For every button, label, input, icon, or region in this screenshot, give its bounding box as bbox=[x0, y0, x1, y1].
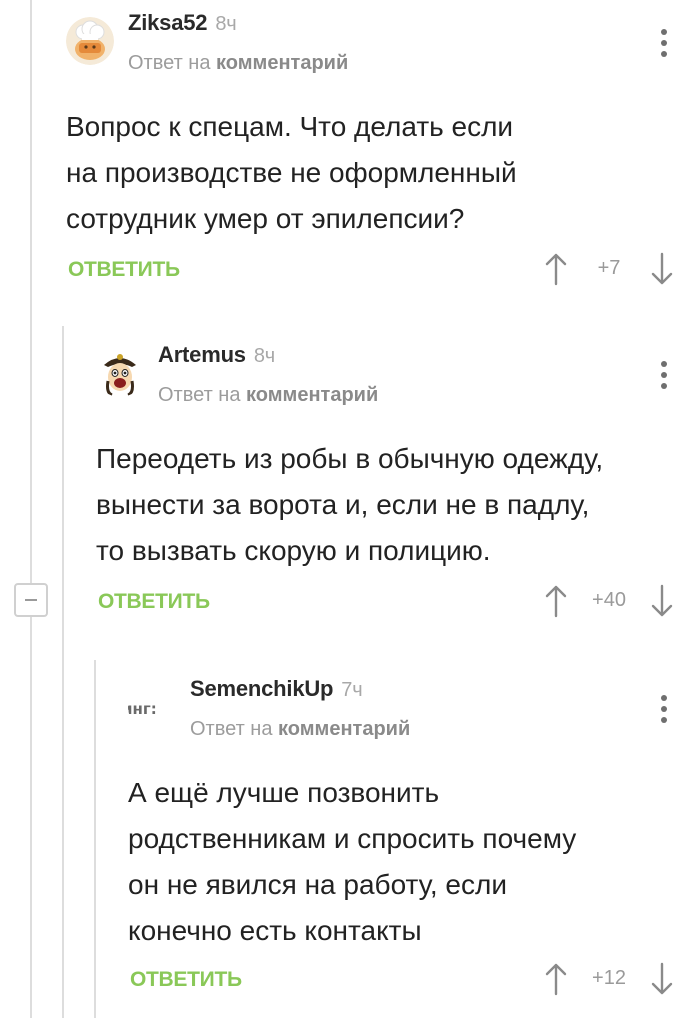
comment-text-line: Переодеть из робы в обычную одежду, bbox=[96, 443, 604, 474]
vote-controls: +7 bbox=[544, 249, 674, 289]
rating-score: +40 bbox=[592, 589, 626, 611]
reply-to-line: Ответ на комментарий bbox=[158, 384, 378, 407]
comment-text-line: он не явился на работу, если bbox=[128, 869, 507, 900]
more-options-icon[interactable] bbox=[658, 26, 670, 60]
reply-to-line: Ответ на комментарий bbox=[190, 718, 410, 741]
comment-text: А ещё лучше позвонить родственникам и сп… bbox=[128, 770, 576, 954]
comment-text: Переодеть из робы в обычную одежду, выне… bbox=[96, 436, 603, 574]
comment-time: 7ч bbox=[341, 679, 363, 701]
comment: Artemus 8ч Ответ на комментарий Переодеть… bbox=[96, 332, 700, 632]
comment-author[interactable]: Artemus 8ч bbox=[158, 342, 275, 368]
comment-author[interactable]: Ziksa52 8ч bbox=[128, 10, 237, 36]
comment-time: 8ч bbox=[215, 13, 237, 35]
comment-time: 8ч bbox=[253, 345, 276, 367]
reply-prefix: Ответ на bbox=[190, 718, 273, 740]
collapse-thread-button[interactable] bbox=[14, 583, 48, 617]
reply-button[interactable]: ОТВЕТИТЬ bbox=[68, 258, 180, 282]
avatar[interactable] bbox=[96, 349, 144, 397]
comment-author[interactable]: SemenchikUp 7ч bbox=[190, 676, 363, 702]
rating-score: +12 bbox=[592, 967, 626, 989]
comment-text-line: то вызвать скорую и полицию. bbox=[96, 535, 491, 566]
reply-button[interactable]: ОТВЕТИТЬ bbox=[130, 968, 242, 992]
author-name[interactable]: SemenchikUp bbox=[190, 676, 333, 701]
comment: Ziksa52 8ч Ответ на комментарий Вопрос к … bbox=[66, 0, 700, 300]
reply-prefix: Ответ на bbox=[158, 384, 241, 406]
thread-line-level-2 bbox=[94, 660, 96, 1018]
comment-text-line: А ещё лучше позвонить bbox=[128, 777, 440, 808]
chef-hat-cartoon-avatar-icon bbox=[66, 17, 114, 65]
comment: инг: SemenchikUp7ч Ответ на комментарий … bbox=[128, 666, 700, 1006]
reply-prefix: Ответ на bbox=[128, 52, 211, 74]
comment-text-line: родственникам и спросить почему bbox=[128, 823, 577, 854]
reply-to-line: Ответ на комментарий bbox=[128, 52, 348, 75]
reply-target-link[interactable]: комментарий bbox=[278, 718, 410, 740]
author-name[interactable]: Ziksa52 bbox=[128, 10, 208, 35]
upvote-arrow-icon[interactable] bbox=[544, 584, 568, 618]
thread-line-level-1 bbox=[62, 326, 64, 1018]
avatar-text: инг: bbox=[128, 700, 157, 718]
comment-text-line: сотрудник умер от эпилепсии? bbox=[66, 203, 465, 234]
comment-text-line: конечно есть контакты bbox=[128, 915, 422, 946]
vote-controls: +40 bbox=[544, 581, 674, 621]
text-fragment-avatar-icon: инг: bbox=[128, 683, 176, 731]
reply-target-link[interactable]: комментарий bbox=[216, 52, 348, 74]
avatar[interactable] bbox=[66, 17, 114, 65]
more-options-icon[interactable] bbox=[658, 692, 670, 726]
avatar[interactable]: инг: bbox=[128, 683, 176, 731]
downvote-arrow-icon[interactable] bbox=[650, 962, 674, 996]
reply-target-link[interactable]: комментарий bbox=[246, 384, 378, 406]
more-options-icon[interactable] bbox=[658, 358, 670, 392]
pirate-cartoon-avatar-icon bbox=[96, 349, 144, 397]
comment-text-line: на производстве не оформленный bbox=[66, 157, 517, 188]
reply-button[interactable]: ОТВЕТИТЬ bbox=[98, 590, 210, 614]
comment-text-line: вынести за ворота и, если не в падлу, bbox=[96, 489, 590, 520]
thread-line-root bbox=[30, 0, 32, 1018]
upvote-arrow-icon[interactable] bbox=[544, 252, 568, 286]
downvote-arrow-icon[interactable] bbox=[650, 252, 674, 286]
author-name[interactable]: Artemus bbox=[158, 342, 246, 367]
upvote-arrow-icon[interactable] bbox=[544, 962, 568, 996]
downvote-arrow-icon[interactable] bbox=[650, 584, 674, 618]
comment-text: Вопрос к спецам. Что делать если на прои… bbox=[66, 104, 517, 242]
rating-score: +7 bbox=[597, 257, 621, 279]
comment-text-line: Вопрос к спецам. Что делать если bbox=[66, 111, 514, 142]
vote-controls: +12 bbox=[544, 959, 674, 999]
